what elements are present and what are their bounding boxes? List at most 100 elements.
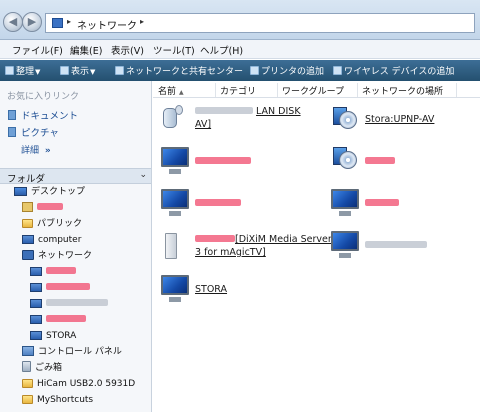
- dropdown-arrow-icon: ▼: [90, 68, 96, 76]
- user-figure-icon: [175, 105, 183, 115]
- menu-help[interactable]: ヘルプ(H): [200, 43, 243, 57]
- redacted-label: [365, 241, 427, 248]
- breadcrumb-network[interactable]: ネットワーク: [77, 17, 137, 32]
- tree-item-hicam[interactable]: HiCam USB2.0 5931D: [22, 377, 135, 391]
- favorites-details-link[interactable]: 詳細 »: [21, 143, 51, 156]
- column-divider[interactable]: [215, 83, 216, 97]
- device-computer[interactable]: [329, 231, 479, 261]
- tree-label: ごみ箱: [35, 363, 63, 373]
- device-label: [365, 197, 399, 210]
- menu-bar: ファイル(F) 編集(E) 表示(V) ツール(T) ヘルプ(H): [0, 40, 480, 59]
- computer-icon: [30, 299, 42, 308]
- redacted-label: [37, 203, 63, 210]
- device-computer[interactable]: [159, 147, 309, 177]
- device-dixim-media-server[interactable]: [DiXiM Media Server 3 for mAgicTV]: [159, 231, 332, 265]
- menu-view[interactable]: 表示(V): [111, 43, 144, 57]
- folder-icon: [22, 379, 33, 388]
- device-computer[interactable]: [159, 189, 309, 219]
- column-divider[interactable]: [357, 83, 358, 97]
- tree-item-network-device[interactable]: [30, 281, 90, 295]
- disc-icon: [339, 151, 357, 169]
- tree-item-network[interactable]: ネットワーク: [22, 249, 92, 263]
- tree-label: STORA: [46, 331, 77, 341]
- computer-icon: [30, 331, 42, 340]
- redacted-label: [365, 199, 399, 206]
- column-header-name[interactable]: 名前 ▲: [158, 84, 184, 97]
- forward-button[interactable]: ▶: [22, 12, 42, 32]
- tree-item-network-device[interactable]: [30, 265, 76, 279]
- monitor-stand: [169, 297, 181, 302]
- device-stora[interactable]: STORA: [159, 275, 309, 305]
- tree-item-computer[interactable]: computer: [22, 233, 81, 247]
- device-name-line1: [DiXiM Media Server: [235, 234, 332, 245]
- network-sharing-icon: [115, 66, 124, 75]
- add-wireless-label: ワイヤレス デバイスの追加: [344, 67, 455, 77]
- folder-icon: [22, 219, 33, 228]
- sort-arrow-icon: ▲: [179, 89, 184, 96]
- device-media[interactable]: [329, 147, 479, 177]
- tree-label: HiCam USB2.0 5931D: [37, 379, 136, 389]
- back-button[interactable]: ◀: [3, 12, 23, 32]
- views-icon: [60, 66, 69, 75]
- pictures-icon: [8, 127, 16, 137]
- computer-icon: [161, 147, 189, 167]
- menu-file[interactable]: ファイル(F): [12, 43, 63, 57]
- organize-button[interactable]: 整理▼: [5, 64, 40, 77]
- control-panel-icon: [22, 346, 34, 356]
- menu-edit[interactable]: 編集(E): [70, 43, 102, 57]
- tree-item-stora[interactable]: STORA: [30, 329, 76, 343]
- tree-item-desktop[interactable]: デスクトップ: [14, 185, 85, 199]
- address-field[interactable]: ▸ ネットワーク ▸: [45, 13, 475, 33]
- views-button[interactable]: 表示▼: [60, 64, 95, 77]
- tree-item-network-device[interactable]: [30, 297, 108, 311]
- column-header-workgroup[interactable]: ワークグループ: [282, 84, 344, 97]
- tree-label: デスクトップ: [31, 187, 86, 197]
- dropdown-arrow-icon: ▼: [35, 68, 41, 76]
- add-wireless-device-button[interactable]: ワイヤレス デバイスの追加: [333, 64, 454, 77]
- device-label: [195, 197, 241, 210]
- documents-icon: [8, 110, 16, 120]
- add-printer-button[interactable]: プリンタの追加: [250, 64, 324, 77]
- column-header-category[interactable]: カテゴリ: [220, 84, 256, 97]
- computer-icon: [331, 189, 359, 209]
- views-label: 表示: [71, 67, 90, 77]
- disc-icon: [339, 111, 357, 129]
- column-headers: 名前 ▲ カテゴリ ワークグループ ネットワークの場所: [153, 82, 480, 98]
- computer-icon: [30, 283, 42, 292]
- redacted-label: [195, 157, 251, 164]
- favorite-pictures-label: ピクチャ: [21, 128, 59, 139]
- column-name-label: 名前: [158, 87, 177, 97]
- device-computer[interactable]: [329, 189, 479, 219]
- address-bar-region: ◀ ▶ ▸ ネットワーク ▸: [0, 0, 480, 40]
- tree-label: ネットワーク: [38, 251, 93, 261]
- organize-icon: [5, 66, 14, 75]
- device-name-line2: AV]: [195, 119, 212, 130]
- tree-item-recycle-bin[interactable]: ごみ箱: [22, 361, 62, 375]
- device-lan-disk[interactable]: LAN DISK AV]: [159, 105, 309, 139]
- column-divider[interactable]: [277, 83, 278, 97]
- redacted-label: [195, 107, 253, 114]
- monitor-stand: [339, 211, 351, 216]
- tree-item-control-panel[interactable]: コントロール パネル: [22, 345, 122, 359]
- device-label: LAN DISK AV]: [195, 105, 301, 131]
- content-pane: 名前 ▲ カテゴリ ワークグループ ネットワークの場所 LAN DISK AV] …: [153, 81, 480, 412]
- network-icon: [52, 18, 63, 28]
- tree-item-myshortcuts[interactable]: MyShortcuts: [22, 393, 93, 407]
- chevron-down-icon[interactable]: ⌄: [139, 170, 147, 180]
- network-icon: [22, 250, 34, 260]
- breadcrumb-arrow-icon[interactable]: ▸: [67, 17, 71, 26]
- double-chevron-icon: »: [44, 146, 51, 156]
- tree-item-network-device[interactable]: [30, 313, 86, 327]
- favorite-documents[interactable]: ドキュメント: [8, 108, 78, 122]
- device-stora-upnp[interactable]: Stora:UPNP-AV: [329, 105, 479, 135]
- network-sharing-center-button[interactable]: ネットワークと共有センター: [115, 64, 243, 77]
- folders-header[interactable]: フォルダ ⌄: [0, 168, 151, 185]
- computer-icon: [161, 275, 189, 295]
- menu-tools[interactable]: ツール(T): [153, 43, 195, 57]
- tree-item-user-folder[interactable]: [22, 201, 63, 215]
- column-divider[interactable]: [456, 83, 457, 97]
- tree-item-public[interactable]: パブリック: [22, 217, 82, 231]
- favorite-pictures[interactable]: ピクチャ: [8, 125, 59, 139]
- column-header-network-location[interactable]: ネットワークの場所: [362, 84, 443, 97]
- breadcrumb-arrow-icon[interactable]: ▸: [140, 17, 144, 26]
